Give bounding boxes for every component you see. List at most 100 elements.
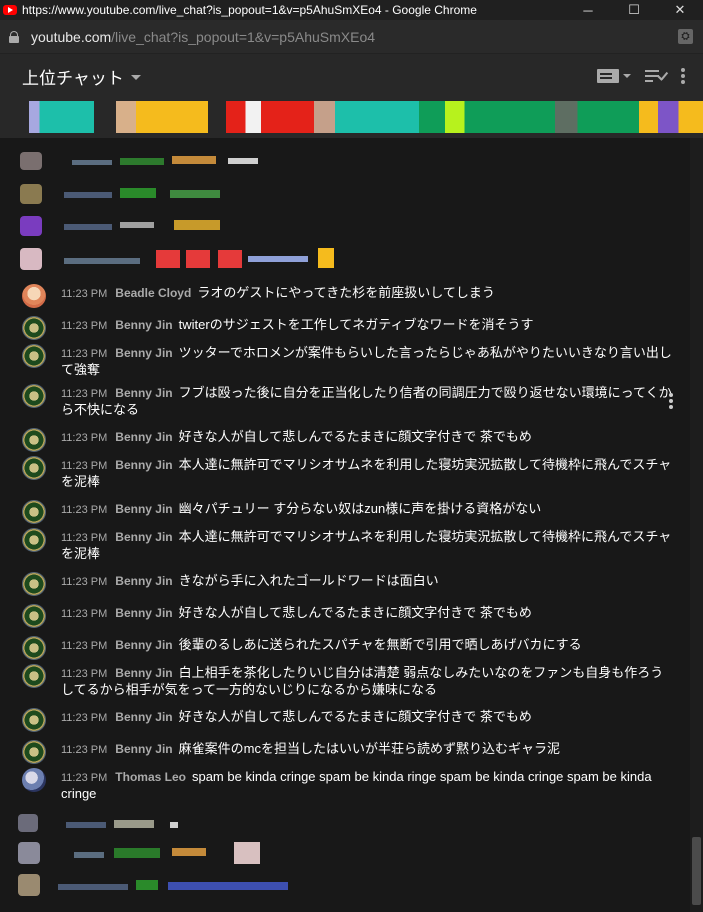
message-text: きながら手に入れたゴールドワードは面白い	[178, 573, 439, 588]
header-actions	[597, 66, 685, 86]
author-name[interactable]: Benny Jin	[115, 386, 172, 400]
ticker-chip[interactable]	[116, 101, 208, 133]
message-text: 後輩のるしあに送られたスパチャを無断で引用で晒しあげバカにする	[178, 637, 582, 652]
chat-message[interactable]: 11:23 PM Benny Jin twiterのサジェストを工作してネガティブな…	[0, 316, 690, 344]
message-timestamp: 11:23 PM	[61, 772, 108, 784]
ticker-chip[interactable]	[419, 101, 527, 133]
avatar[interactable]	[22, 572, 46, 596]
chat-message[interactable]: 11:23 PM Benny Jin 好きな人が自して悲しんでるたまきに顔文字付きで…	[0, 604, 690, 632]
chat-list[interactable]: 11:23 PM Beadle Cloyd ラオのゲストにやってきた杉を前座扱いして…	[0, 138, 690, 912]
message-menu-button[interactable]	[669, 393, 673, 409]
author-name[interactable]: Beadle Cloyd	[115, 286, 191, 300]
avatar[interactable]	[22, 708, 46, 732]
avatar[interactable]	[22, 284, 46, 308]
avatar[interactable]	[22, 636, 46, 660]
participants-button[interactable]	[645, 66, 669, 86]
chat-message[interactable]: 11:23 PM Benny Jin 幽々パチュリー す分らない奴はzun様に声を掛…	[0, 500, 690, 528]
author-name[interactable]: Benny Jin	[115, 742, 172, 756]
chat-message[interactable]: 11:23 PM Benny Jin きながら手に入れたゴールドワードは面白い	[0, 572, 690, 600]
chevron-down-icon	[623, 74, 631, 78]
url-path[interactable]: /live_chat?is_popout=1&v=p5AhuSmXEo4	[111, 29, 375, 45]
message-timestamp: 11:23 PM	[61, 288, 108, 300]
censored-row	[18, 840, 278, 868]
author-name[interactable]: Thomas Leo	[115, 770, 186, 784]
lock-icon[interactable]	[9, 30, 19, 43]
author-name[interactable]: Benny Jin	[115, 430, 172, 444]
chat-message[interactable]: 11:23 PM Beadle Cloyd ラオのゲストにやってきた杉を前座扱いして…	[0, 284, 690, 312]
youtube-favicon-icon	[3, 5, 17, 15]
avatar[interactable]	[22, 428, 46, 452]
scroll-thumb[interactable]	[692, 837, 701, 905]
list-check-icon	[645, 68, 669, 84]
ticker-chip[interactable]	[639, 101, 703, 133]
message-text: twiterのサジェストを工作してネガティブなワードを消そうす	[178, 317, 534, 332]
censored-row	[20, 214, 260, 240]
author-name[interactable]: Benny Jin	[115, 710, 172, 724]
ticker-chip[interactable]	[29, 101, 94, 133]
chat-message[interactable]: 11:23 PM Thomas Leo spam be kinda cringe s…	[0, 768, 690, 808]
window-controls: ─ ☐ ✕	[565, 0, 703, 20]
author-name[interactable]: Benny Jin	[115, 346, 172, 360]
avatar[interactable]	[22, 528, 46, 552]
avatar[interactable]	[22, 664, 46, 688]
censored-row	[18, 812, 258, 838]
avatar[interactable]	[22, 384, 46, 408]
author-name[interactable]: Benny Jin	[115, 574, 172, 588]
message-timestamp: 11:23 PM	[61, 460, 108, 472]
message-text: 好きな人が自して悲しんでるたまきに顔文字付きで 茶でもめ	[178, 429, 532, 444]
avatar[interactable]	[22, 740, 46, 764]
author-name[interactable]: Benny Jin	[115, 606, 172, 620]
message-timestamp: 11:23 PM	[61, 608, 108, 620]
message-timestamp: 11:23 PM	[61, 532, 108, 544]
window-titlebar: https://www.youtube.com/live_chat?is_pop…	[0, 0, 703, 20]
maximize-button[interactable]: ☐	[611, 0, 657, 20]
chat-message[interactable]: 11:23 PM Benny Jin 本人達に無許可でマリシオサムネを利用した寝坊実…	[0, 528, 690, 568]
author-name[interactable]: Benny Jin	[115, 666, 172, 680]
ticker-chip[interactable]	[527, 101, 639, 133]
message-text: 麻雀案件のmcを担当したはいいが半荘ら読めず黙り込むギャラ泥	[178, 741, 560, 756]
chat-message[interactable]: 11:23 PM Benny Jin 本人達に無許可でマリシオサムネを利用した寝坊実…	[0, 456, 690, 496]
censored-row	[20, 182, 260, 208]
close-button[interactable]: ✕	[657, 0, 703, 20]
url-host[interactable]: youtube.com	[31, 29, 111, 45]
message-timestamp: 11:23 PM	[61, 576, 108, 588]
censored-row	[20, 138, 260, 170]
chevron-down-icon[interactable]	[130, 74, 141, 80]
message-timestamp: 11:23 PM	[61, 744, 108, 756]
chat-message[interactable]: 11:23 PM Benny Jin 好きな人が自して悲しんでるたまきに顔文字付きで…	[0, 708, 690, 736]
card-icon	[597, 69, 619, 83]
chat-message[interactable]: 11:23 PM Benny Jin フブは殴った後に自分を正当化したり信者の同調圧…	[0, 384, 690, 424]
chat-scrollbar[interactable]	[690, 138, 703, 912]
author-name[interactable]: Benny Jin	[115, 458, 172, 472]
avatar[interactable]	[22, 456, 46, 480]
avatar[interactable]	[22, 500, 46, 524]
avatar[interactable]	[22, 344, 46, 368]
chat-message[interactable]: 11:23 PM Benny Jin 後輩のるしあに送られたスパチャを無断で引用で晒…	[0, 636, 690, 664]
window-title: https://www.youtube.com/live_chat?is_pop…	[22, 3, 477, 17]
chat-message[interactable]: 11:23 PM Benny Jin 好きな人が自して悲しんでるたまきに顔文字付きで…	[0, 428, 690, 456]
avatar[interactable]	[22, 768, 46, 792]
translate-icon[interactable]: ⛭	[678, 29, 693, 44]
avatar[interactable]	[22, 604, 46, 628]
message-timestamp: 11:23 PM	[61, 432, 108, 444]
message-timestamp: 11:23 PM	[61, 712, 108, 724]
author-name[interactable]: Benny Jin	[115, 638, 172, 652]
ticker-chip[interactable]	[226, 101, 314, 133]
message-text: 幽々パチュリー す分らない奴はzun様に声を掛ける資格がない	[178, 501, 542, 516]
chat-mode-dropdown[interactable]: 上位チャット	[22, 64, 124, 89]
censored-row	[20, 246, 340, 274]
author-name[interactable]: Benny Jin	[115, 318, 172, 332]
chat-message[interactable]: 11:23 PM Benny Jin ツッターでホロメンが案件もらいした言ったらじゃ…	[0, 344, 690, 384]
minimize-button[interactable]: ─	[565, 0, 611, 20]
address-bar[interactable]: youtube.com /live_chat?is_popout=1&v=p5A…	[0, 20, 703, 54]
chat-message[interactable]: 11:23 PM Benny Jin 白上相手を茶化したりいじ自分は清楚 弱点なしみ…	[0, 664, 690, 704]
chat-message[interactable]: 11:23 PM Benny Jin 麻雀案件のmcを担当したはいいが半荘ら読めず黙…	[0, 740, 690, 768]
author-name[interactable]: Benny Jin	[115, 502, 172, 516]
more-options-button[interactable]	[681, 66, 685, 86]
ticker-chip[interactable]	[314, 101, 419, 133]
chat-header: 上位チャット	[0, 54, 703, 98]
message-timestamp: 11:23 PM	[61, 504, 108, 516]
avatar[interactable]	[22, 316, 46, 340]
card-view-button[interactable]	[597, 66, 631, 86]
author-name[interactable]: Benny Jin	[115, 530, 172, 544]
